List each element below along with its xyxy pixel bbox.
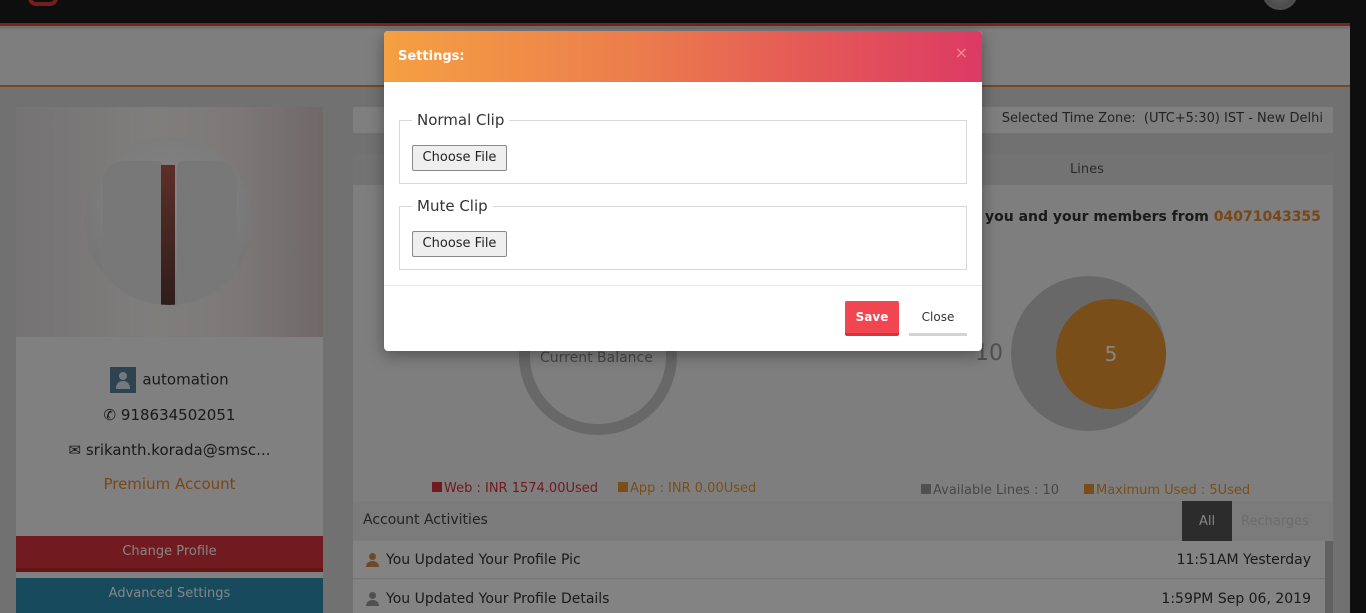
mute-clip-fieldset: Mute Clip Choose File (399, 197, 967, 270)
close-icon[interactable]: × (955, 45, 968, 61)
normal-clip-fieldset: Normal Clip Choose File (399, 111, 967, 184)
modal-header: Settings: × (384, 31, 982, 82)
close-button[interactable]: Close (909, 301, 967, 336)
settings-modal: Settings: × Normal Clip Choose File Mute… (384, 31, 982, 351)
save-button[interactable]: Save (845, 301, 899, 336)
modal-divider (384, 285, 982, 286)
modal-title: Settings: (398, 49, 465, 64)
normal-clip-choose-file-button[interactable]: Choose File (412, 145, 507, 171)
mute-clip-choose-file-button[interactable]: Choose File (412, 231, 507, 257)
normal-clip-label: Normal Clip (412, 111, 510, 129)
mute-clip-label: Mute Clip (412, 197, 493, 215)
